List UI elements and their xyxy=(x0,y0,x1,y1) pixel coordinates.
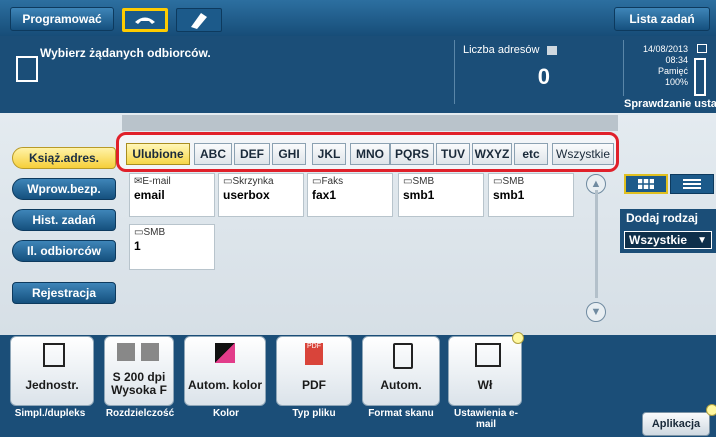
pdf-icon: PDF xyxy=(305,343,323,365)
list-view-icon[interactable] xyxy=(670,174,714,194)
file-type-value: PDF xyxy=(302,378,326,392)
scroll-down-button[interactable]: ▼ xyxy=(586,302,606,322)
fax-mode-tab[interactable] xyxy=(176,8,222,32)
duplex-label: Simpl./dupleks xyxy=(14,408,86,419)
tab-jkl[interactable]: JKL xyxy=(312,143,346,165)
grid-view-icon[interactable] xyxy=(624,174,668,194)
destination-type: ▭SMB xyxy=(493,176,525,187)
email-settings-label: Ustawienia e-mail xyxy=(454,408,518,430)
resolution-icon xyxy=(117,343,135,361)
phone-icon xyxy=(135,17,155,24)
address-book-button[interactable]: Książ.adres. xyxy=(12,147,116,169)
mail-icon xyxy=(697,44,707,53)
date-time-box: 14/08/2013 08:34 Pamięć 100% xyxy=(626,44,688,88)
program-button[interactable]: Programować xyxy=(10,7,114,31)
destination-card[interactable]: ✉E-mail email xyxy=(129,173,215,217)
destination-name: fax1 xyxy=(312,188,337,202)
memory-value: 100% xyxy=(664,77,688,87)
destination-name: email xyxy=(134,188,165,202)
chevron-down-icon: ▼ xyxy=(697,234,707,246)
color-icon xyxy=(215,343,235,363)
tab-wszystkie[interactable]: Wszystkie xyxy=(552,143,614,165)
recipients-count-button[interactable]: Il. odbiorców xyxy=(12,240,116,262)
page-icon xyxy=(393,343,413,369)
divider xyxy=(454,40,455,104)
scan-size-label: Format skanu xyxy=(368,408,434,419)
email-settings-value: Wł xyxy=(477,378,493,392)
notification-dot xyxy=(512,332,524,344)
email-icon xyxy=(475,343,501,367)
tab-header-strip xyxy=(122,115,618,131)
destination-type: ▭SMB xyxy=(403,176,435,187)
email-settings-button[interactable]: Wł xyxy=(448,336,522,406)
notification-dot xyxy=(706,404,716,416)
resolution-button[interactable]: S 200 dpi Wysoka F xyxy=(104,336,174,406)
job-list-button[interactable]: Lista zadań xyxy=(614,7,710,31)
memory-label: Pamięć xyxy=(657,66,688,76)
tab-tuv[interactable]: TUV xyxy=(436,143,470,165)
destination-type: ✉E-mail xyxy=(134,176,171,187)
scan-size-value: Autom. xyxy=(380,378,422,392)
duplex-value: Jednostr. xyxy=(25,378,79,392)
add-type-select[interactable]: Wszystkie ▼ xyxy=(624,231,712,249)
address-count-label: Liczba adresów xyxy=(463,44,557,56)
color-button[interactable]: Autom. kolor xyxy=(184,336,266,406)
application-button[interactable]: Aplikacja xyxy=(642,412,710,436)
destination-name: userbox xyxy=(223,188,270,202)
color-label: Kolor xyxy=(212,408,240,419)
add-type-panel: Dodaj rodzaj Wszystkie ▼ xyxy=(620,209,716,253)
destination-card[interactable]: ▭SMB smb1 xyxy=(488,173,574,217)
file-type-label: Typ pliku xyxy=(292,408,336,419)
file-type-button[interactable]: PDF PDF xyxy=(276,336,352,406)
resolution-label: Rozdzielczość xyxy=(105,408,175,419)
addressbook-icon xyxy=(546,45,557,55)
check-settings-button[interactable]: Sprawdzanie ustaw xyxy=(624,98,716,114)
pen-icon xyxy=(191,13,207,29)
destination-card[interactable]: ▭Faks fax1 xyxy=(307,173,393,217)
destination-name: smb1 xyxy=(493,188,525,202)
tab-def[interactable]: DEF xyxy=(234,143,270,165)
tab-pqrs[interactable]: PQRS xyxy=(390,143,434,165)
destination-type: ▭Faks xyxy=(312,176,344,187)
job-history-button[interactable]: Hist. zadań xyxy=(12,209,116,231)
tab-ghi[interactable]: GHI xyxy=(272,143,306,165)
scan-mode-tab[interactable] xyxy=(122,8,168,32)
time-text: 08:34 xyxy=(665,55,688,65)
tab-etc[interactable]: etc xyxy=(514,143,548,165)
instruction-text: Wybierz żądanych odbiorców. xyxy=(40,46,211,60)
destination-name: smb1 xyxy=(403,188,435,202)
tab-abc[interactable]: ABC xyxy=(194,143,232,165)
direct-input-button[interactable]: Wprow.bezp. xyxy=(12,178,116,200)
add-type-value: Wszystkie xyxy=(629,233,688,247)
divider xyxy=(623,40,624,96)
resolution-value: S 200 dpi Wysoka F xyxy=(111,370,167,397)
memory-gauge-icon xyxy=(694,58,706,96)
duplex-icon xyxy=(43,343,65,367)
tab-wxyz[interactable]: WXYZ xyxy=(472,143,512,165)
registration-button[interactable]: Rejestracja xyxy=(12,282,116,304)
scan-size-button[interactable]: Autom. xyxy=(362,336,440,406)
document-icon xyxy=(16,56,38,82)
scrollbar-track[interactable] xyxy=(595,190,598,298)
color-value: Autom. kolor xyxy=(188,378,262,392)
date-text: 14/08/2013 xyxy=(642,44,688,54)
tab-ulubione[interactable]: Ulubione xyxy=(126,143,190,165)
resolution-icon xyxy=(141,343,159,361)
tab-mno[interactable]: MNO xyxy=(350,143,390,165)
destination-card[interactable]: ▭Skrzynka userbox xyxy=(218,173,304,217)
destination-type: ▭Skrzynka xyxy=(223,176,274,187)
destination-card[interactable]: ▭SMB 1 xyxy=(129,224,215,270)
duplex-button[interactable]: Jednostr. xyxy=(10,336,94,406)
destination-card[interactable]: ▭SMB smb1 xyxy=(398,173,484,217)
destination-type: ▭SMB xyxy=(134,227,166,238)
destination-name: 1 xyxy=(134,239,141,253)
add-type-label: Dodaj rodzaj xyxy=(626,211,699,225)
address-count: 0 xyxy=(537,64,550,89)
